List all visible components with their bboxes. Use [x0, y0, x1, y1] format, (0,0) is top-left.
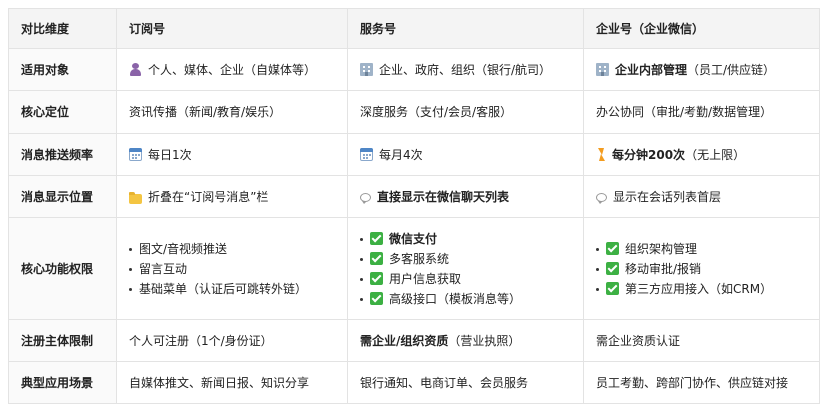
cell-subscription: 折叠在“订阅号消息”栏 [116, 175, 348, 218]
cell-subscription: 资讯传播（新闻/教育/娱乐） [116, 90, 348, 134]
list-item: 第三方应用接入（如CRM） [596, 279, 807, 299]
list-item: 高级接口（模板消息等） [360, 289, 571, 309]
cell-enterprise: 每分钟200次（无上限） [583, 133, 820, 176]
header-service: 服务号 [347, 8, 584, 49]
cell-service: 深度服务（支付/会员/客服） [347, 90, 584, 134]
row-label: 核心功能权限 [8, 217, 117, 320]
cell-subscription: 个人可注册（1个/身份证） [116, 319, 348, 362]
lightning-icon [596, 147, 606, 161]
row-label: 消息推送频率 [8, 133, 117, 176]
cell-service: 银行通知、电商订单、会员服务 [347, 361, 584, 404]
calendar-icon [129, 147, 142, 161]
feature-list: 组织架构管理 移动审批/报销 第三方应用接入（如CRM） [596, 239, 807, 299]
building-icon [596, 62, 609, 76]
row-features: 核心功能权限 图文/音视频推送 留言互动 基础菜单（认证后可跳转外链） 微信支付… [8, 217, 820, 320]
list-item: 留言互动 [129, 259, 335, 279]
list-item: 基础菜单（认证后可跳转外链） [129, 279, 335, 299]
cell-service: 微信支付 多客服系统 用户信息获取 高级接口（模板消息等） [347, 217, 584, 320]
row-label: 消息显示位置 [8, 175, 117, 218]
building-icon [360, 62, 373, 76]
header-dimension: 对比维度 [8, 8, 117, 49]
header-row: 对比维度 订阅号 服务号 企业号（企业微信） [8, 8, 820, 49]
check-box-icon [370, 251, 383, 265]
row-label: 适用对象 [8, 48, 117, 91]
cell-enterprise: 需企业资质认证 [583, 319, 820, 362]
speech-bubble-icon [596, 192, 607, 204]
person-icon [129, 62, 142, 76]
calendar-icon [360, 147, 373, 161]
cell-subscription: 个人、媒体、企业（自媒体等） [116, 48, 348, 91]
check-box-icon [606, 281, 619, 295]
row-label: 注册主体限制 [8, 319, 117, 362]
cell-enterprise: 显示在会话列表首层 [583, 175, 820, 218]
feature-list: 图文/音视频推送 留言互动 基础菜单（认证后可跳转外链） [129, 239, 335, 299]
list-item: 多客服系统 [360, 249, 571, 269]
check-box-icon [606, 241, 619, 255]
folder-icon [129, 191, 142, 204]
cell-enterprise: 办公协同（审批/考勤/数据管理） [583, 90, 820, 134]
row-frequency: 消息推送频率 每日1次 每月4次 每分钟200次（无上限） [8, 133, 820, 176]
comparison-table-container: 对比维度 订阅号 服务号 企业号（企业微信） 适用对象 个人、媒体、企业（自媒体… [8, 8, 820, 404]
check-box-icon [370, 271, 383, 285]
list-item: 图文/音视频推送 [129, 239, 335, 259]
list-item: 微信支付 [360, 229, 571, 249]
row-display: 消息显示位置 折叠在“订阅号消息”栏 直接显示在微信聊天列表 显示在会话列表首层 [8, 175, 820, 218]
row-position: 核心定位 资讯传播（新闻/教育/娱乐） 深度服务（支付/会员/客服） 办公协同（… [8, 90, 820, 134]
header-enterprise: 企业号（企业微信） [583, 8, 820, 49]
cell-subscription: 自媒体推文、新闻日报、知识分享 [116, 361, 348, 404]
cell-subscription: 每日1次 [116, 133, 348, 176]
cell-subscription: 图文/音视频推送 留言互动 基础菜单（认证后可跳转外链） [116, 217, 348, 320]
row-register: 注册主体限制 个人可注册（1个/身份证） 需企业/组织资质（营业执照） 需企业资… [8, 319, 820, 362]
row-scenario: 典型应用场景 自媒体推文、新闻日报、知识分享 银行通知、电商订单、会员服务 员工… [8, 361, 820, 404]
cell-enterprise: 企业内部管理（员工/供应链） [583, 48, 820, 91]
cell-service: 每月4次 [347, 133, 584, 176]
feature-list: 微信支付 多客服系统 用户信息获取 高级接口（模板消息等） [360, 229, 571, 309]
cell-enterprise: 组织架构管理 移动审批/报销 第三方应用接入（如CRM） [583, 217, 820, 320]
header-subscription: 订阅号 [116, 8, 348, 49]
check-box-icon [370, 231, 383, 245]
row-label: 典型应用场景 [8, 361, 117, 404]
cell-service: 企业、政府、组织（银行/航司） [347, 48, 584, 91]
list-item: 用户信息获取 [360, 269, 571, 289]
row-target: 适用对象 个人、媒体、企业（自媒体等） 企业、政府、组织（银行/航司） 企业内部… [8, 48, 820, 91]
list-item: 组织架构管理 [596, 239, 807, 259]
cell-enterprise: 员工考勤、跨部门协作、供应链对接 [583, 361, 820, 404]
cell-service: 需企业/组织资质（营业执照） [347, 319, 584, 362]
check-box-icon [370, 291, 383, 305]
cell-service: 直接显示在微信聊天列表 [347, 175, 584, 218]
row-label: 核心定位 [8, 90, 117, 134]
list-item: 移动审批/报销 [596, 259, 807, 279]
comparison-table: 对比维度 订阅号 服务号 企业号（企业微信） 适用对象 个人、媒体、企业（自媒体… [8, 8, 820, 404]
check-box-icon [606, 261, 619, 275]
speech-bubble-icon [360, 192, 371, 204]
